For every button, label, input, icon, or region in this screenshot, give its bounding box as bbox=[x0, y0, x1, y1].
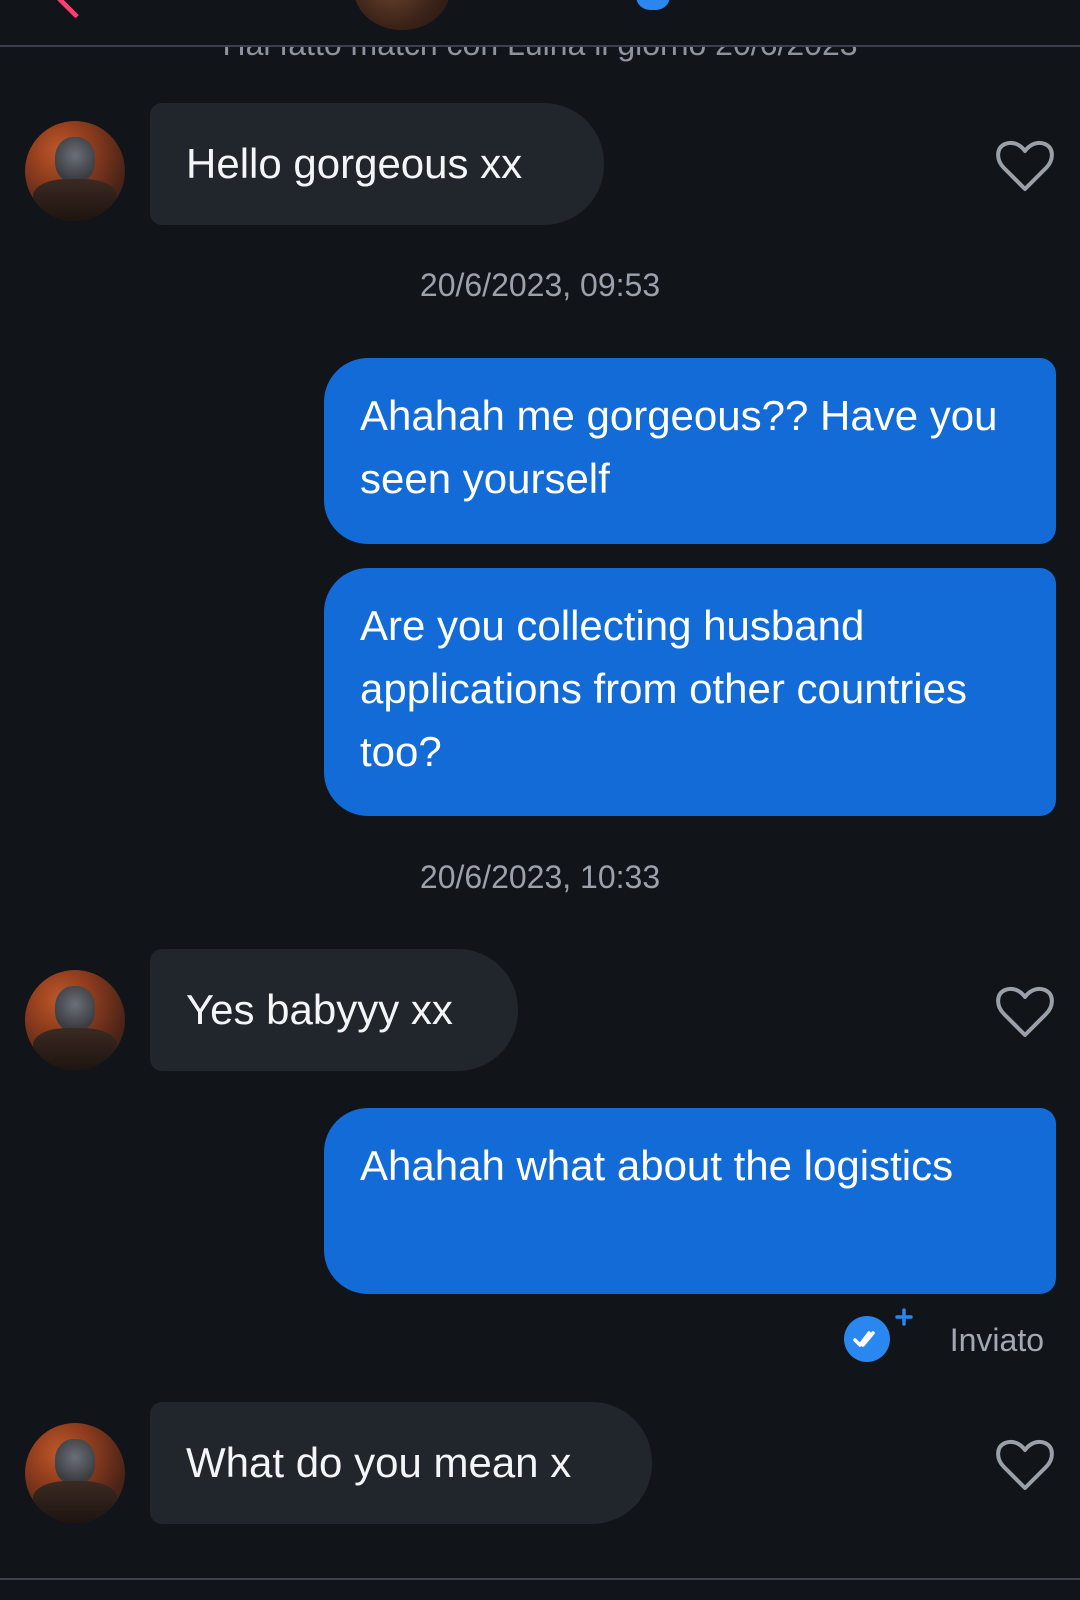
heart-outline-icon[interactable] bbox=[996, 1438, 1054, 1492]
message-timestamp: 20/6/2023, 09:53 bbox=[419, 267, 661, 303]
plus-icon bbox=[895, 1308, 913, 1326]
header-avatar[interactable] bbox=[354, 0, 450, 30]
incoming-message-bubble[interactable]: Hello gorgeous xx bbox=[150, 103, 604, 225]
message-timestamp: 20/6/2023, 10:33 bbox=[419, 859, 661, 895]
heart-outline-icon[interactable] bbox=[996, 985, 1054, 1039]
heart-outline-icon[interactable] bbox=[996, 139, 1054, 193]
message-status-row: Inviato bbox=[0, 1308, 1080, 1368]
chat-screen: Hai fatto match con Luina il giorno 20/6… bbox=[0, 0, 1080, 1600]
outgoing-message-bubble[interactable]: Are you collecting husband applications … bbox=[324, 568, 1056, 816]
incoming-message-bubble[interactable]: What do you mean x bbox=[150, 1402, 652, 1524]
match-avatar[interactable] bbox=[25, 1423, 125, 1523]
verified-badge-icon bbox=[636, 0, 670, 10]
outgoing-message-bubble[interactable]: Ahahah me gorgeous?? Have you seen yours… bbox=[324, 358, 1056, 544]
match-avatar[interactable] bbox=[25, 970, 125, 1070]
header-divider bbox=[0, 45, 1080, 47]
composer-divider bbox=[0, 1578, 1080, 1580]
read-receipt-plus-icon bbox=[844, 1316, 890, 1362]
match-avatar[interactable] bbox=[25, 121, 125, 221]
chat-header bbox=[0, 0, 1080, 46]
back-arrow-icon[interactable] bbox=[56, 0, 95, 19]
incoming-message-bubble[interactable]: Yes babyyy xx bbox=[150, 949, 518, 1071]
outgoing-message-bubble[interactable]: Ahahah what about the logistics bbox=[324, 1108, 1056, 1294]
message-status-label: Inviato bbox=[949, 1322, 1044, 1358]
